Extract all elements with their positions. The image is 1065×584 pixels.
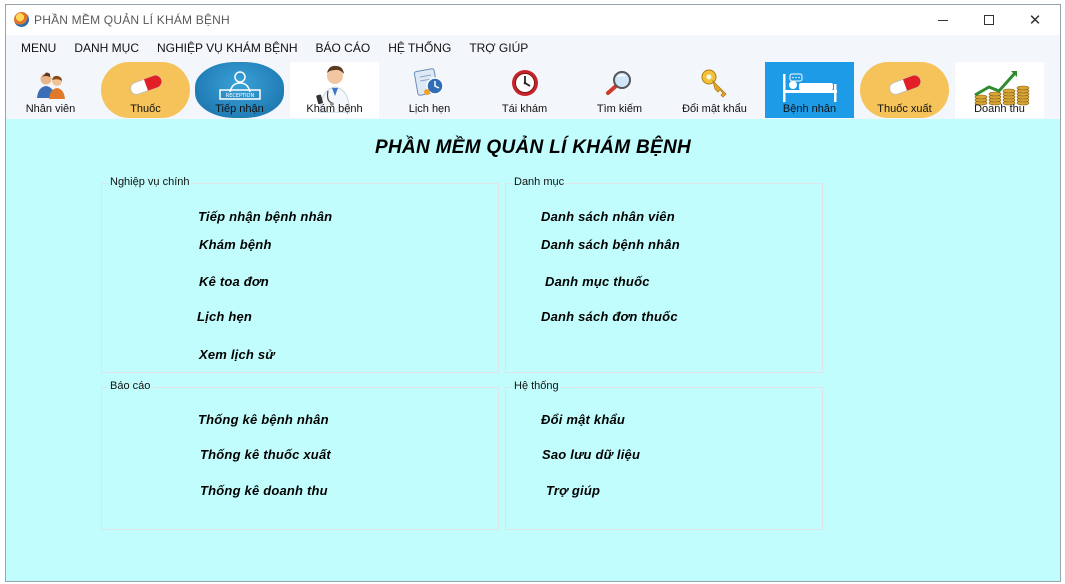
calendar-clock-icon <box>413 68 444 96</box>
menu-item-menu[interactable]: MENU <box>12 36 65 60</box>
link-tro-giup[interactable]: Trợ giúp <box>546 483 600 498</box>
link-kham-benh[interactable]: Khám bệnh <box>199 237 272 252</box>
toolbar-label: Thuốc <box>130 103 161 115</box>
link-xem-lich-su[interactable]: Xem lịch sử <box>199 347 275 362</box>
menu-item-nghiep-vu[interactable]: NGHIỆP VỤ KHÁM BỆNH <box>148 36 306 60</box>
app-logo-icon <box>14 12 29 27</box>
link-lich-hen[interactable]: Lịch hẹn <box>197 309 252 324</box>
link-danh-sach-benh-nhan[interactable]: Danh sách bệnh nhân <box>541 237 680 252</box>
link-danh-sach-don-thuoc[interactable]: Danh sách đơn thuốc <box>541 309 678 324</box>
maximize-button[interactable] <box>966 5 1012 35</box>
toolbar-label: Nhân viên <box>25 103 76 115</box>
toolbar-button-nhan-vien[interactable]: Nhân viên <box>6 62 95 118</box>
group-nghiep-vu-chinh: Nghiệp vụ chính Tiếp nhận bệnh nhân Khám… <box>101 176 499 373</box>
link-thong-ke-benh-nhan[interactable]: Thống kê bệnh nhân <box>198 412 329 427</box>
toolbar-label: Tái khám <box>501 103 548 115</box>
link-danh-muc-thuoc[interactable]: Danh mục thuốc <box>545 274 650 289</box>
menu-item-he-thong[interactable]: HỆ THỐNG <box>379 36 460 60</box>
title-bar: PHẦN MỀM QUẢN LÍ KHÁM BỆNH ✕ <box>6 5 1060 35</box>
maximize-icon <box>984 15 994 25</box>
toolbar-button-tim-kiem[interactable]: Tìm kiếm <box>575 62 664 118</box>
toolbar-label: Bệnh nhân <box>782 103 837 115</box>
close-button[interactable]: ✕ <box>1012 5 1058 35</box>
minimize-icon <box>938 19 948 21</box>
link-thong-ke-thuoc-xuat[interactable]: Thống kê thuốc xuất <box>200 447 331 462</box>
minimize-button[interactable] <box>920 5 966 35</box>
toolbar-button-lich-hen[interactable]: Lịch hẹn <box>385 62 474 118</box>
menu-item-danh-muc[interactable]: DANH MỤC <box>65 36 148 60</box>
patient-bed-icon <box>782 73 837 102</box>
pill-icon <box>129 75 162 95</box>
toolbar-label: Khám bệnh <box>306 103 363 115</box>
group-he-thong: Hệ thống Đổi mật khẩu Sao lưu dữ liệu Tr… <box>505 380 823 530</box>
pill-icon <box>888 75 921 95</box>
link-sao-luu-du-lieu[interactable]: Sao lưu dữ liệu <box>542 447 640 462</box>
magnifier-icon <box>605 71 631 95</box>
toolbar-button-doi-mat-khau[interactable]: Đổi mật khẩu <box>670 62 759 118</box>
app-window: PHẦN MỀM QUẢN LÍ KHÁM BỆNH ✕ MENU DANH M… <box>5 4 1061 582</box>
window-title: PHẦN MỀM QUẢN LÍ KHÁM BỆNH <box>34 13 230 27</box>
toolbar-button-doanh-thu[interactable]: Doanh thu <box>955 62 1044 118</box>
page-title: PHẦN MỀM QUẢN LÍ KHÁM BỆNH <box>374 137 691 158</box>
toolbar-label: Lịch hẹn <box>408 103 451 115</box>
staff-icon <box>36 72 65 99</box>
menu-item-bao-cao[interactable]: BÁO CÁO <box>307 36 380 60</box>
toolbar-button-tiep-nhan[interactable]: RECEPTION Tiếp nhận <box>195 62 284 118</box>
group-bao-cao: Báo cáo Thống kê bệnh nhân Thống kê thuố… <box>101 380 499 530</box>
reception-icon: RECEPTION <box>218 71 261 100</box>
toolbar-label: Doanh thu <box>974 103 1025 115</box>
toolbar-button-tai-kham[interactable]: Tái khám <box>480 62 569 118</box>
link-tiep-nhan-benh-nhan[interactable]: Tiếp nhận bệnh nhân <box>198 209 332 224</box>
toolbar: Nhân viên Thuốc RECEPTION Tiếp nhận Khám… <box>6 61 1060 119</box>
toolbar-label: Đổi mật khẩu <box>682 103 747 115</box>
group-legend: Danh mục <box>512 176 567 188</box>
group-legend: Báo cáo <box>108 380 153 392</box>
link-thong-ke-doanh-thu[interactable]: Thống kê doanh thu <box>200 483 328 498</box>
toolbar-label: Tìm kiếm <box>596 103 643 115</box>
link-doi-mat-khau[interactable]: Đổi mật khẩu <box>541 412 625 427</box>
link-ke-toa-don[interactable]: Kê toa đơn <box>199 274 269 289</box>
svg-text:RECEPTION: RECEPTION <box>225 93 254 99</box>
group-danh-muc: Danh mục Danh sách nhân viên Danh sách b… <box>505 176 823 373</box>
toolbar-button-kham-benh[interactable]: Khám bệnh <box>290 62 379 118</box>
main-panel: PHẦN MỀM QUẢN LÍ KHÁM BỆNH Nghiệp vụ chí… <box>6 119 1060 581</box>
link-danh-sach-nhan-vien[interactable]: Danh sách nhân viên <box>541 209 675 224</box>
toolbar-button-benh-nhan[interactable]: Bệnh nhân <box>765 62 854 118</box>
toolbar-label: Tiếp nhận <box>215 103 264 115</box>
clock-icon <box>511 70 538 96</box>
toolbar-button-thuoc[interactable]: Thuốc <box>101 62 190 118</box>
group-legend: Nghiệp vụ chính <box>108 176 192 188</box>
toolbar-button-thuoc-xuat[interactable]: Thuốc xuất <box>860 62 949 118</box>
menu-bar: MENU DANH MỤC NGHIỆP VỤ KHÁM BỆNH BÁO CÁ… <box>6 35 1060 61</box>
key-icon <box>701 69 727 98</box>
toolbar-label: Thuốc xuất <box>877 103 932 115</box>
group-legend: Hệ thống <box>512 380 561 392</box>
menu-item-tro-giup[interactable]: TRỢ GIÚP <box>460 36 537 60</box>
coins-chart-icon <box>973 71 1029 106</box>
close-icon: ✕ <box>1028 11 1042 29</box>
